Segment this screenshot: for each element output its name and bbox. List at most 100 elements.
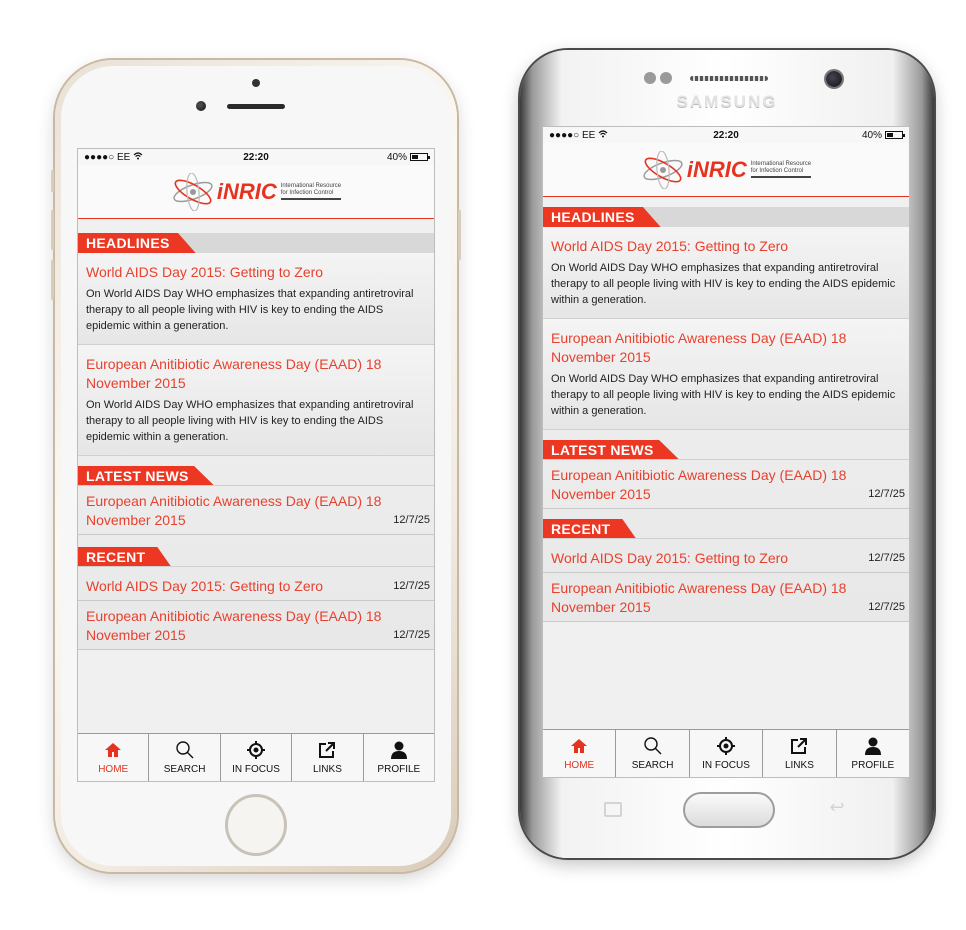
headline-summary: On World AIDS Day WHO emphasizes that ex… — [86, 399, 414, 443]
headline-summary: On World AIDS Day WHO emphasizes that ex… — [86, 288, 414, 332]
recent-item[interactable]: European Anitibiotic Awareness Day (EAAD… — [78, 601, 434, 650]
wifi-icon — [598, 129, 608, 141]
mute-switch — [51, 170, 54, 192]
recent-apps-key-icon[interactable] — [604, 802, 622, 817]
headline-title[interactable]: European Anitibiotic Awareness Day (EAAD… — [551, 329, 901, 367]
tab-label: HOME — [98, 764, 129, 775]
recent-section-header: RECENT — [78, 547, 434, 567]
recent-date: 12/7/25 — [868, 552, 905, 564]
tab-search[interactable]: SEARCH — [616, 730, 690, 777]
tab-label: SEARCH — [163, 764, 206, 775]
status-time: 22:20 — [243, 151, 269, 163]
focus-target-icon — [716, 736, 736, 756]
front-camera — [826, 71, 842, 87]
headlines-section-header: HEADLINES — [543, 207, 909, 227]
headline-item[interactable]: European Anitibiotic Awareness Day (EAAD… — [543, 319, 909, 430]
battery-icon — [884, 131, 905, 139]
tab-label: IN FOCUS — [232, 764, 280, 775]
main-content: HEADLINES World AIDS Day 2015: Getting t… — [78, 233, 434, 650]
recent-date: 12/7/25 — [393, 580, 430, 592]
recent-title[interactable]: World AIDS Day 2015: Getting to Zero — [86, 577, 393, 596]
app-header-logo[interactable]: iNRIC International Resource for Infecti… — [543, 143, 909, 197]
atom-logo-icon — [171, 171, 215, 212]
recent-title[interactable]: World AIDS Day 2015: Getting to Zero — [551, 549, 868, 568]
back-key-icon[interactable]: ↩ — [826, 798, 848, 818]
headline-title[interactable]: World AIDS Day 2015: Getting to Zero — [86, 263, 426, 282]
battery-percent: 40% — [386, 151, 407, 163]
tab-home[interactable]: HOME — [543, 730, 617, 777]
status-bar: ●●●●○ EE 22:20 40% — [543, 127, 909, 143]
wifi-icon — [133, 151, 143, 163]
news-title[interactable]: European Anitibiotic Awareness Day (EAAD… — [551, 466, 868, 504]
app-screen: ●●●●○ EE 22:20 40% iNRIC International R… — [542, 126, 910, 778]
logo-wordmark: iNRIC — [216, 178, 277, 204]
headline-item[interactable]: World AIDS Day 2015: Getting to Zero On … — [78, 253, 434, 345]
recent-title[interactable]: European Anitibiotic Awareness Day (EAAD… — [551, 579, 868, 617]
latest-news-item[interactable]: European Anitibiotic Awareness Day (EAAD… — [543, 460, 909, 509]
hardware-home-button[interactable] — [225, 794, 287, 856]
recent-tab-label: RECENT — [78, 547, 172, 567]
tab-profile[interactable]: PROFILE — [364, 734, 434, 781]
battery-percent: 40% — [861, 129, 882, 141]
app-header-logo[interactable]: iNRIC International Resource for Infecti… — [78, 165, 434, 219]
tab-links[interactable]: LINKS — [763, 730, 837, 777]
recent-date: 12/7/25 — [868, 601, 905, 613]
tab-label: HOME — [564, 760, 595, 771]
news-date: 12/7/25 — [868, 488, 905, 500]
light-sensor — [660, 72, 672, 84]
app-screen: ●●●●○ EE 22:20 40% iNRIC International R… — [77, 148, 435, 782]
recent-item[interactable]: World AIDS Day 2015: Getting to Zero 12/… — [543, 539, 909, 573]
earpiece-speaker — [690, 76, 768, 81]
logo-wordmark: iNRIC — [686, 156, 747, 182]
headline-summary: On World AIDS Day WHO emphasizes that ex… — [551, 373, 896, 417]
latest-news-item[interactable]: European Anitibiotic Awareness Day (EAAD… — [78, 486, 434, 535]
hardware-home-button[interactable] — [683, 792, 775, 828]
proximity-sensor — [252, 79, 260, 87]
section-divider — [78, 566, 434, 567]
atom-logo-icon — [641, 149, 685, 190]
power-button — [458, 210, 461, 260]
search-icon — [643, 736, 663, 756]
news-title[interactable]: European Anitibiotic Awareness Day (EAAD… — [86, 492, 393, 530]
tab-label: IN FOCUS — [702, 760, 750, 771]
focus-target-icon — [246, 740, 266, 760]
recent-item[interactable]: European Anitibiotic Awareness Day (EAAD… — [543, 573, 909, 622]
device-brand-label: SAMSUNG — [676, 92, 778, 111]
home-icon — [103, 740, 123, 760]
recent-item[interactable]: World AIDS Day 2015: Getting to Zero 12/… — [78, 567, 434, 601]
front-camera — [196, 101, 206, 111]
tab-home[interactable]: HOME — [78, 734, 150, 781]
logo-tagline: International Resource for Infection Con… — [750, 161, 812, 178]
status-bar: ●●●●○ EE 22:20 40% — [78, 149, 434, 165]
headlines-tab-label: HEADLINES — [543, 207, 661, 227]
tab-label: SEARCH — [631, 760, 674, 771]
headline-summary: On World AIDS Day WHO emphasizes that ex… — [551, 262, 896, 306]
carrier-label: ●●●●○ EE — [84, 151, 131, 163]
headline-title[interactable]: World AIDS Day 2015: Getting to Zero — [551, 237, 901, 256]
earpiece-speaker — [227, 104, 285, 109]
headline-title[interactable]: European Anitibiotic Awareness Day (EAAD… — [86, 355, 426, 393]
carrier-label: ●●●●○ EE — [549, 129, 596, 141]
logo-tagline-line-2: for Infection Control — [750, 168, 804, 174]
battery-icon — [409, 153, 430, 161]
tab-in-focus[interactable]: IN FOCUS — [690, 730, 764, 777]
recent-title[interactable]: European Anitibiotic Awareness Day (EAAD… — [86, 607, 393, 645]
proximity-sensor — [644, 72, 656, 84]
logo-tagline-line-1: International Resource — [750, 161, 812, 167]
tab-search[interactable]: SEARCH — [149, 734, 221, 781]
tab-in-focus[interactable]: IN FOCUS — [221, 734, 293, 781]
recent-tab-label: RECENT — [543, 519, 637, 539]
tab-label: PROFILE — [851, 760, 895, 771]
headline-item[interactable]: World AIDS Day 2015: Getting to Zero On … — [543, 227, 909, 319]
section-divider — [78, 485, 434, 486]
news-date: 12/7/25 — [393, 514, 430, 526]
tab-links[interactable]: LINKS — [292, 734, 364, 781]
iphone-device: ●●●●○ EE 22:20 40% iNRIC International R… — [51, 60, 461, 872]
tab-profile[interactable]: PROFILE — [837, 730, 909, 777]
status-time: 22:20 — [713, 129, 739, 141]
tab-label: LINKS — [784, 760, 814, 771]
headline-item[interactable]: European Anitibiotic Awareness Day (EAAD… — [78, 345, 434, 456]
recent-section-header: RECENT — [543, 519, 909, 539]
samsung-device: SAMSUNG ●●●●○ EE 22:20 40% iNRIC Interna… — [520, 50, 934, 858]
section-divider — [543, 459, 909, 460]
